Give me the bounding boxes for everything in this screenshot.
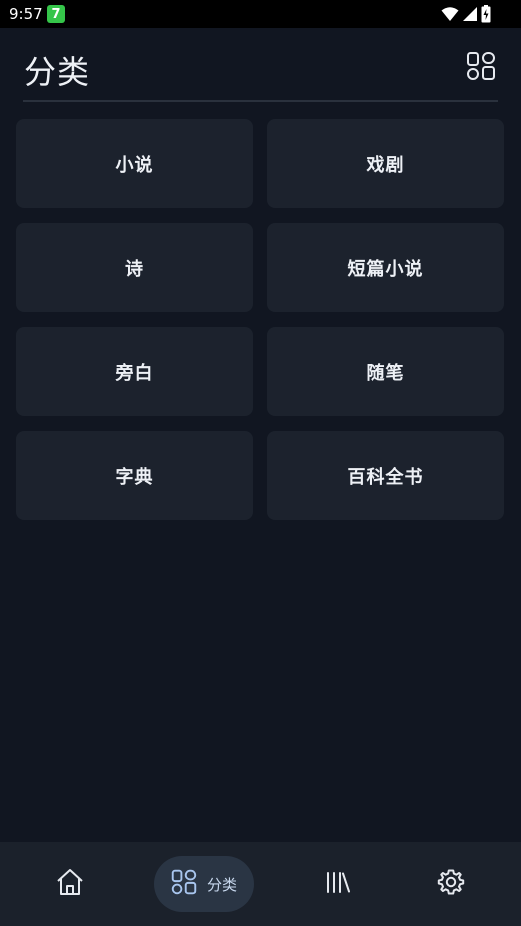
grid-layout-icon: [466, 51, 496, 85]
category-card-essay[interactable]: 随笔: [267, 327, 504, 416]
page-title: 分类: [24, 53, 91, 91]
category-label: 小说: [115, 154, 154, 176]
category-label: 戏剧: [366, 154, 405, 176]
bottom-navigation: 分类: [0, 842, 521, 926]
nav-category-label: 分类: [206, 875, 237, 894]
category-card-drama[interactable]: 戏剧: [267, 119, 504, 208]
category-card-dictionary[interactable]: 字典: [16, 431, 253, 520]
nav-library[interactable]: [308, 856, 368, 912]
status-time: 9:57: [9, 5, 43, 23]
status-icons: [441, 5, 491, 27]
nav-category[interactable]: 分类: [154, 856, 254, 912]
library-icon: [324, 868, 352, 900]
category-card-short-story[interactable]: 短篇小说: [267, 223, 504, 312]
category-label: 字典: [115, 466, 154, 488]
category-card-narration[interactable]: 旁白: [16, 327, 253, 416]
layout-toggle-button[interactable]: [465, 52, 497, 84]
status-bar: 9:57 7: [0, 0, 521, 28]
category-card-encyclopedia[interactable]: 百科全书: [267, 431, 504, 520]
category-card-poetry[interactable]: 诗: [16, 223, 253, 312]
category-label: 诗: [125, 258, 144, 280]
category-card-novel[interactable]: 小说: [16, 119, 253, 208]
category-label: 短篇小说: [347, 258, 424, 280]
category-grid: 小说 戏剧 诗 短篇小说 旁白 随笔 字典 百科全书: [16, 119, 505, 520]
wifi-icon: [441, 6, 459, 26]
settings-gear-icon: [437, 868, 465, 900]
nav-home[interactable]: [40, 856, 100, 912]
home-icon: [55, 867, 85, 901]
battery-charging-icon: [481, 5, 491, 27]
header-divider: [23, 100, 498, 102]
app-notification-badge: 7: [47, 5, 65, 23]
screen: 9:57 7 分类 小说 戏剧 诗 短篇小说 旁白 随笔 字典 百科全书 分类: [0, 0, 521, 926]
nav-settings[interactable]: [421, 856, 481, 912]
signal-icon: [462, 6, 478, 26]
category-grid-icon: [171, 869, 197, 899]
category-label: 百科全书: [347, 466, 424, 488]
category-label: 旁白: [115, 362, 154, 384]
category-label: 随笔: [366, 362, 405, 384]
